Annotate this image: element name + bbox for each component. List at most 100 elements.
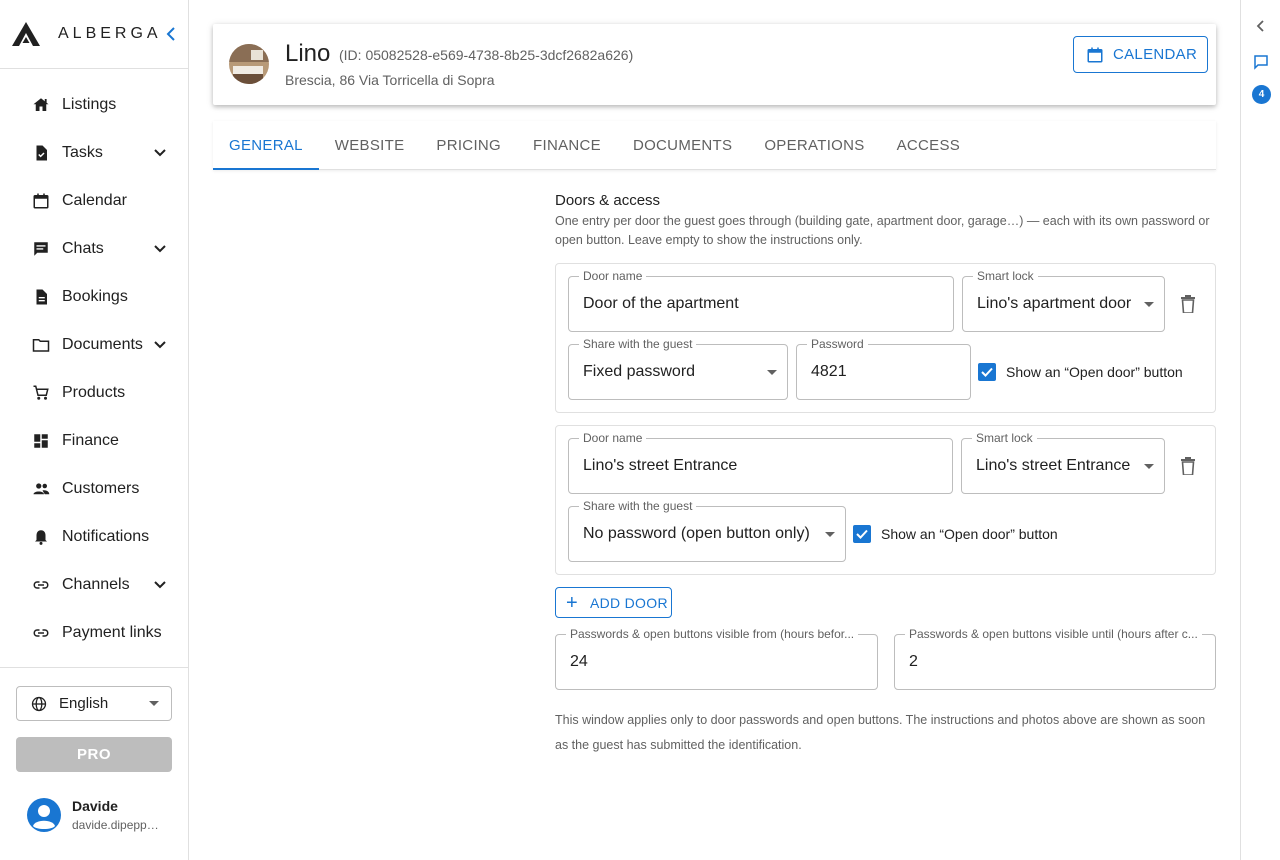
collapse-sidebar-chevron-icon[interactable] [164,24,178,44]
sidebar-item-calendar[interactable]: Calendar [0,177,188,225]
share-with-guest-select[interactable]: Share with the guest Fixed password [568,337,788,400]
add-door-button[interactable]: + ADD DOOR [555,587,672,618]
task-icon [32,144,50,162]
chevron-down-icon [154,341,166,349]
account-circle-icon [27,798,61,832]
door-name-value: Lino's street Entrance [583,457,738,474]
field-label: Passwords & open buttons visible from (h… [566,627,859,641]
door-card: Door name Lino's street Entrance Smart l… [555,425,1216,575]
sidebar-item-chats[interactable]: Chats [0,225,188,273]
language-select[interactable]: English [16,686,172,721]
property-name: Lino [285,40,331,67]
share-value: No password (open button only) [583,525,810,542]
people-icon [32,480,50,498]
chat-bubble-icon[interactable] [1253,54,1269,70]
link-icon [32,576,50,594]
user-profile[interactable]: Davide davide.dipeppe@... [26,797,164,833]
sidebar-item-tasks[interactable]: Tasks [0,129,188,177]
field-label: Password [807,337,868,351]
tab-general[interactable]: GENERAL [213,121,319,170]
password-value: 4821 [811,363,847,380]
chat-icon [32,240,50,258]
dropdown-caret-icon [149,701,159,706]
plus-icon: + [566,591,578,614]
open-door-button-checkbox[interactable]: Show an “Open door” button [853,525,1058,543]
sidebar-item-label: Channels [62,576,130,593]
calendar-button[interactable]: CALENDAR [1073,36,1208,73]
home-icon [32,96,50,114]
sidebar-item-label: Bookings [62,288,128,305]
sidebar-item-label: Payment links [62,624,162,641]
property-id: (ID: 05082528-e569-4738-8b25-3dcf2682a62… [339,47,634,63]
bell-icon [32,528,50,546]
sidebar-item-payment-links[interactable]: Payment links [0,609,188,657]
tab-access[interactable]: ACCESS [881,121,977,169]
visible-until-field[interactable]: Passwords & open buttons visible until (… [894,627,1216,690]
checkbox-label: Show an “Open door” button [881,526,1058,542]
property-address: Brescia, 86 Via Torricella di Sopra [285,72,495,88]
sidebar-item-bookings[interactable]: Bookings [0,273,188,321]
brand-header: ALBERGA [0,0,188,69]
sidebar-item-label: Calendar [62,192,127,209]
dropdown-caret-icon [767,370,777,375]
user-email: davide.dipeppe@... [72,818,164,832]
smart-lock-select[interactable]: Smart lock Lino's street Entrance [961,431,1165,494]
visibility-footnote: This window applies only to door passwor… [555,713,1206,752]
sidebar-item-label: Finance [62,432,119,449]
delete-icon[interactable] [1180,457,1196,475]
password-field[interactable]: Password 4821 [796,337,971,400]
calendar-icon [1087,47,1103,62]
notification-badge[interactable]: 4 [1252,85,1271,104]
sidebar-item-label: Customers [62,480,140,497]
chevron-down-icon [154,581,166,589]
sidebar-item-label: Products [62,384,126,401]
field-label: Door name [579,431,647,445]
share-with-guest-select[interactable]: Share with the guest No password (open b… [568,499,846,562]
right-rail: 4 [1240,0,1280,860]
sidebar-item-notifications[interactable]: Notifications [0,513,188,561]
visible-from-field[interactable]: Passwords & open buttons visible from (h… [555,627,878,690]
sidebar-item-products[interactable]: Products [0,369,188,417]
door-name-field[interactable]: Door name Lino's street Entrance [568,431,953,494]
dropdown-caret-icon [1144,464,1154,469]
pro-button[interactable]: PRO [16,737,172,772]
door-name-value: Door of the apartment [583,295,739,312]
checkbox-checked-icon [853,525,871,543]
globe-icon [31,696,47,711]
add-door-label: ADD DOOR [590,594,668,611]
smart-lock-select[interactable]: Smart lock Lino's apartment door [962,269,1165,332]
field-label: Smart lock [972,431,1037,445]
chevron-left-icon[interactable] [1253,18,1269,34]
sidebar: ALBERGA Listings Tasks Calendar Chats Bo… [0,0,189,860]
open-door-button-checkbox[interactable]: Show an “Open door” button [978,363,1183,381]
user-name: Davide [72,798,118,814]
calendar-button-label: CALENDAR [1113,46,1198,63]
sidebar-item-channels[interactable]: Channels [0,561,188,609]
tab-documents[interactable]: DOCUMENTS [617,121,748,169]
section-description: One entry per door the guest goes throug… [555,214,1210,247]
tab-finance[interactable]: FINANCE [517,121,617,169]
folder-icon [32,336,50,354]
link-icon [32,624,50,642]
brand-name: ALBERGA [58,25,162,42]
cart-icon [32,384,50,402]
visible-from-value: 24 [570,653,588,670]
sidebar-nav: Listings Tasks Calendar Chats Bookings D… [0,69,188,657]
field-label: Share with the guest [579,337,697,351]
tab-website[interactable]: WEBSITE [319,121,421,169]
sidebar-item-customers[interactable]: Customers [0,465,188,513]
sidebar-item-label: Tasks [62,144,103,161]
sidebar-footer: English PRO Davide davide.dipeppe@... [0,667,188,832]
tab-pricing[interactable]: PRICING [420,121,517,169]
smart-lock-value: Lino's apartment door [977,295,1132,312]
sidebar-item-listings[interactable]: Listings [0,81,188,129]
sidebar-item-documents[interactable]: Documents [0,321,188,369]
tab-operations[interactable]: OPERATIONS [748,121,880,169]
sidebar-item-finance[interactable]: Finance [0,417,188,465]
door-name-field[interactable]: Door name Door of the apartment [568,269,954,332]
field-label: Passwords & open buttons visible until (… [905,627,1202,641]
sidebar-item-label: Chats [62,240,104,257]
document-icon [32,288,50,306]
sidebar-item-label: Documents [62,336,143,353]
delete-icon[interactable] [1180,295,1196,313]
